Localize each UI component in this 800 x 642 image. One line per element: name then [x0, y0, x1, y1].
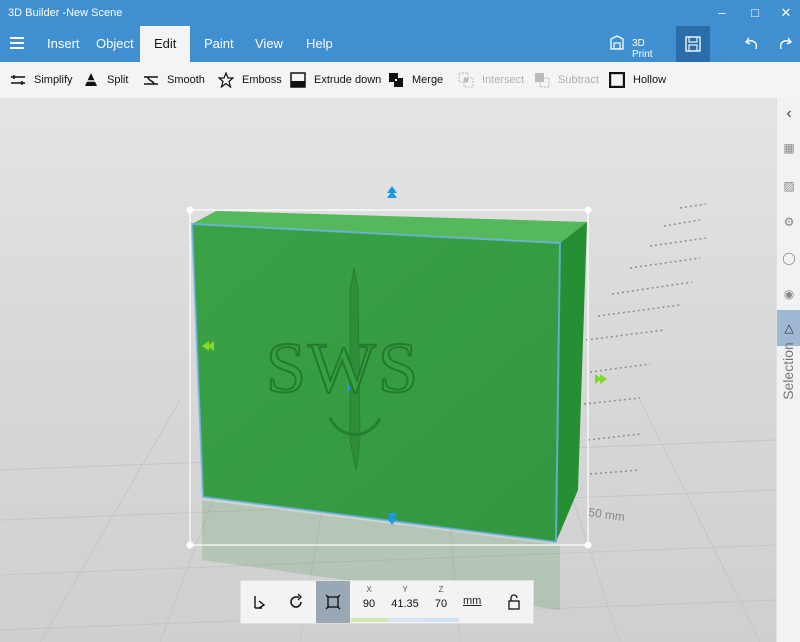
extrude-down-icon [290, 72, 306, 88]
dim-y-value: 41.35 [391, 598, 419, 610]
hollow-label: Hollow [633, 74, 667, 86]
split-button[interactable]: Split [83, 62, 128, 98]
smooth-icon [144, 76, 158, 85]
paint-icon[interactable]: ◉ [781, 286, 797, 302]
3d-model[interactable]: SWS [190, 211, 587, 544]
dim-y-bar [387, 618, 423, 622]
smooth-label: Smooth [167, 74, 205, 86]
selection-panel-label: Selection [778, 318, 798, 428]
move-down-handle[interactable] [387, 513, 397, 525]
save-icon [685, 36, 701, 52]
maximize-button[interactable]: □ [745, 4, 765, 22]
scale-tool-button[interactable] [316, 581, 350, 623]
3d-viewport[interactable]: 50 mm SWS [0, 98, 776, 642]
undo-button[interactable] [736, 26, 766, 62]
redo-button[interactable] [770, 26, 800, 62]
merge-button[interactable]: Merge [388, 62, 443, 98]
dim-x[interactable]: X 90 [351, 585, 387, 622]
hollow-icon [609, 72, 625, 88]
lock-proportions-button[interactable] [497, 581, 531, 623]
dim-y-axis: Y [402, 585, 408, 594]
subtract-icon [535, 73, 550, 88]
settings-icon[interactable]: ⚙ [781, 214, 797, 230]
rotate-icon [290, 594, 302, 608]
ribbon-tabs: Insert Object Edit Paint View Help 3D Pr… [0, 26, 800, 62]
intersect-button[interactable]: Intersect [458, 62, 524, 98]
3d-print-label: 3D Print [632, 38, 653, 60]
selection-label-text: Selection [780, 342, 796, 400]
extrude-down-button[interactable]: Extrude down [290, 62, 381, 98]
tab-edit[interactable]: Edit [140, 26, 190, 62]
circle-icon[interactable]: ◯ [781, 250, 797, 266]
tab-object[interactable]: Object [82, 26, 148, 62]
edit-toolbar: Simplify Split Smooth Emboss Extrude dow… [0, 62, 800, 99]
tab-view[interactable]: View [241, 26, 297, 62]
printer-icon [610, 35, 624, 50]
move-icon [254, 596, 266, 609]
close-button[interactable]: ✕ [776, 4, 796, 22]
split-label: Split [107, 74, 129, 86]
dim-z-bar [423, 618, 459, 622]
emboss-text: SWS [266, 328, 420, 408]
scale-icon [325, 594, 341, 610]
subtract-button[interactable]: Subtract [534, 62, 599, 98]
ruler-label: 50 mm [588, 505, 626, 524]
dim-x-bar [351, 618, 387, 622]
model-side-face [556, 222, 587, 542]
simplify-icon [11, 75, 25, 85]
dim-x-axis: X [366, 585, 372, 594]
intersect-icon [458, 72, 474, 88]
dim-y[interactable]: Y 41.35 [387, 585, 423, 622]
smooth-button[interactable]: Smooth [143, 62, 205, 98]
minimize-button[interactable]: – [712, 4, 732, 22]
dim-z[interactable]: Z 70 [423, 585, 459, 622]
ruler-ticks [583, 203, 707, 475]
collapse-panel-icon[interactable]: ‹ [781, 106, 797, 122]
save-button[interactable] [676, 26, 710, 62]
duplicate-icon[interactable]: ▨ [781, 178, 797, 194]
window-title: 3D Builder -New Scene [8, 7, 123, 19]
move-tool-button[interactable] [243, 581, 277, 623]
subtract-label: Subtract [558, 74, 599, 86]
hamburger-menu-icon[interactable] [10, 37, 24, 49]
dim-x-value: 90 [362, 598, 376, 610]
dim-z-value: 70 [434, 598, 448, 610]
dim-z-axis: Z [438, 585, 444, 594]
merge-icon [389, 73, 403, 87]
emboss-button[interactable]: Emboss [218, 62, 282, 98]
rotate-tool-button[interactable] [279, 581, 313, 623]
3d-print-button[interactable]: 3D Print [604, 26, 668, 62]
hollow-button[interactable]: Hollow [609, 62, 666, 98]
emboss-label: Emboss [242, 74, 282, 86]
simplify-label: Simplify [34, 74, 73, 86]
simplify-button[interactable]: Simplify [10, 62, 73, 98]
undo-icon [744, 37, 758, 50]
title-bar: 3D Builder -New Scene – □ ✕ [0, 0, 800, 26]
star-icon [218, 72, 234, 88]
transform-bar: X 90 Y 41.35 Z 70 mm [240, 580, 534, 624]
tab-help[interactable]: Help [292, 26, 347, 62]
move-up-handle[interactable] [387, 186, 397, 198]
extrude-down-label: Extrude down [314, 74, 382, 86]
merge-label: Merge [412, 74, 444, 86]
lock-icon [508, 594, 520, 610]
unit-selector[interactable]: mm [463, 595, 481, 607]
object-list-icon[interactable]: ▦ [781, 140, 797, 156]
redo-icon [779, 37, 793, 50]
intersect-label: Intersect [482, 74, 525, 86]
split-icon [84, 73, 98, 86]
tab-paint[interactable]: Paint [190, 26, 248, 62]
move-right-handle[interactable] [595, 374, 607, 384]
